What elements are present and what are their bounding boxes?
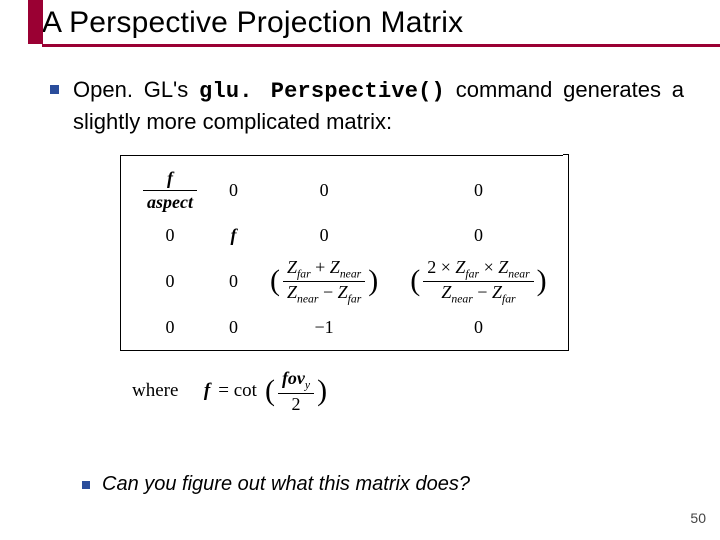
bullet-func: glu. Perspective() — [199, 79, 445, 104]
cell-3-1: 0 — [213, 311, 254, 344]
matrix-grid: f aspect 0 0 0 0 f 0 0 — [127, 162, 563, 345]
where-line: where f = cot ( fovy 2 ) — [132, 369, 684, 412]
sub-bullet: Can you figure out what this matrix does… — [82, 473, 470, 496]
where-label: where — [132, 380, 178, 402]
cell-2-1: 0 — [213, 252, 254, 312]
cell-1-2: 0 — [254, 219, 394, 252]
frac-den: aspect — [147, 192, 193, 212]
cell-0-1: 0 — [213, 162, 254, 219]
cell-3-2: −1 — [254, 311, 394, 344]
accent-bar — [28, 0, 43, 44]
matrix: f aspect 0 0 0 0 f 0 0 — [120, 154, 684, 351]
cell-3-0: 0 — [127, 311, 213, 344]
cell-0-3: 0 — [394, 162, 562, 219]
where-lhs: f — [204, 380, 210, 402]
bullet-icon — [50, 85, 59, 94]
cell-3-3: 0 — [394, 311, 562, 344]
title-underline — [42, 44, 720, 47]
where-arg: ( fovy 2 ) — [265, 369, 327, 412]
bullet-main: Open. GL's glu. Perspective() command ge… — [50, 75, 684, 136]
bullet-icon — [82, 481, 90, 489]
bullet-text: Open. GL's glu. Perspective() command ge… — [73, 75, 684, 136]
cell-1-3: 0 — [394, 219, 562, 252]
cell-2-2: ( Zfar + Znear Znear − Zfar ) — [254, 252, 394, 312]
bracket-right-icon — [563, 154, 569, 351]
cell-1-0: 0 — [127, 219, 213, 252]
where-eq: = cot — [218, 380, 257, 402]
cell-0-2: 0 — [254, 162, 394, 219]
cell-0-0: f aspect — [143, 168, 197, 213]
frac-num: f — [167, 168, 173, 188]
page-number: 50 — [690, 510, 706, 526]
sub-bullet-text: Can you figure out what this matrix does… — [102, 473, 470, 496]
bullet-pre: Open. GL's — [73, 77, 199, 102]
bracket-left-icon: f aspect 0 0 0 0 f 0 0 — [120, 155, 563, 352]
slide-title: A Perspective Projection Matrix — [42, 6, 720, 40]
cell-1-1: f — [213, 219, 254, 252]
cell-2-3: ( 2 × Zfar × Znear Znear − Zfar ) — [394, 252, 562, 312]
cell-2-0: 0 — [127, 252, 213, 312]
